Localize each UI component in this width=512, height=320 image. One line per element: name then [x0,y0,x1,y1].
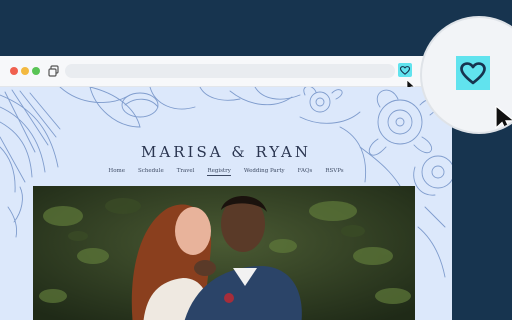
nav-item-schedule[interactable]: Schedule [138,168,164,176]
couple-photo [33,186,415,320]
nav-item-travel[interactable]: Travel [177,168,195,176]
extension-button[interactable] [398,63,412,77]
site-navigation: Home Schedule Travel Registry Wedding Pa… [0,168,452,176]
nav-item-home[interactable]: Home [108,168,125,176]
heart-icon [460,61,486,84]
browser-window: MARISA & RYAN Home Schedule Travel Regis… [0,56,452,320]
heart-icon [400,65,410,75]
minimize-window-button[interactable] [21,67,29,75]
nav-item-registry[interactable]: Registry [207,168,231,176]
page-title: MARISA & RYAN [141,143,311,161]
address-bar[interactable] [65,64,395,78]
reload-icon[interactable] [47,64,61,78]
nav-item-wedding-party[interactable]: Wedding Party [244,168,285,176]
wedding-website-page: MARISA & RYAN Home Schedule Travel Regis… [0,87,452,320]
maximize-window-button[interactable] [32,67,40,75]
extension-icon-magnified [456,56,490,90]
close-window-button[interactable] [10,67,18,75]
nav-item-faqs[interactable]: FAQs [298,168,313,176]
nav-item-rsvps[interactable]: RSVPs [325,168,343,176]
mouse-cursor-icon [495,106,512,132]
browser-toolbar [0,56,452,92]
